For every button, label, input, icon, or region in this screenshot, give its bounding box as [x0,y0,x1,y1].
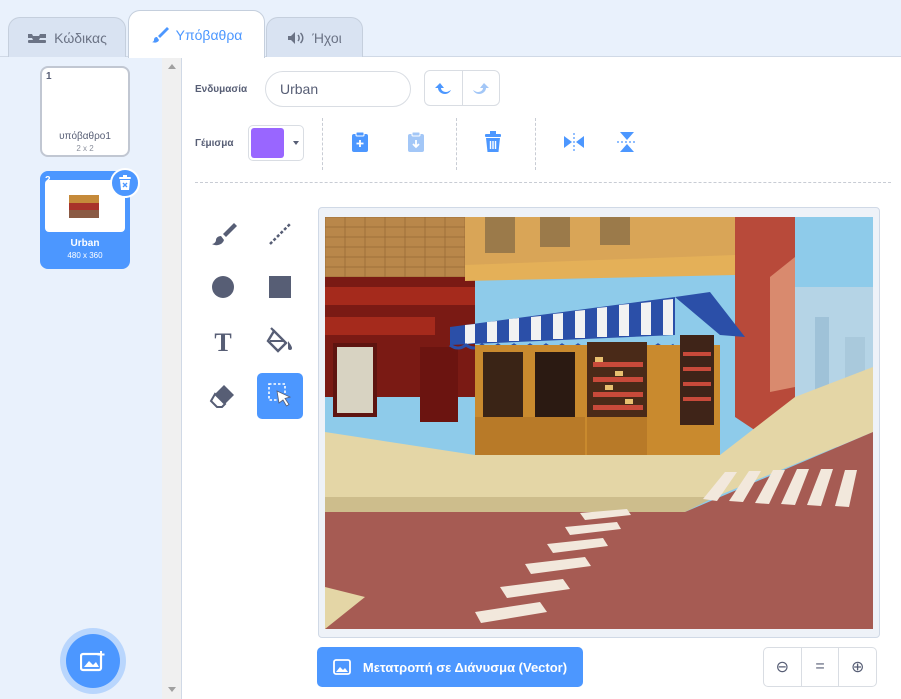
rectangle-icon [269,276,291,298]
paste-icon [352,131,368,152]
tab-sounds-label: Ήχοι [312,29,342,46]
image-icon [333,659,351,675]
svg-text:T: T [214,328,231,354]
eraser-tool[interactable] [200,373,246,419]
tab-sounds[interactable]: Ήχοι [266,17,363,57]
backdrop-list-scrollbar[interactable] [162,57,182,699]
costume-name-label: Ενδυμασία [195,84,248,95]
paste-button[interactable] [348,130,372,154]
tab-backdrops[interactable]: Υπόβαθρα [128,10,265,58]
zoom-controls: ⊖ = ⊕ [763,647,877,687]
zoom-out-icon: ⊖ [775,659,790,676]
tab-code-label: Κώδικας [54,29,107,46]
paint-bucket-icon [266,327,292,353]
delete-backdrop-button[interactable] [110,168,140,198]
zoom-in-icon: ⊕ [850,659,865,676]
zoom-in-button[interactable]: ⊕ [838,648,876,686]
toolbar-divider [535,118,536,170]
copy-icon [408,131,424,152]
costume-name-input[interactable] [265,71,411,107]
copy-button[interactable] [404,130,428,154]
circle-tool[interactable] [200,264,246,310]
paint-canvas[interactable] [325,217,873,629]
zoom-reset-icon: = [815,658,825,675]
tab-backdrops-label: Υπόβαθρα [175,26,243,43]
line-tool[interactable] [257,211,303,257]
editor-tabs: Κώδικας Υπόβαθρα Ήχοι [0,0,901,58]
flip-horizontal-icon [564,133,584,151]
redo-icon [472,83,489,94]
urban-backdrop-image [325,217,873,629]
eraser-icon [209,385,234,408]
toolbar-divider-line [195,182,891,183]
select-cursor-icon [268,383,292,407]
line-icon [269,223,291,245]
delete-button[interactable] [481,130,505,154]
add-image-icon [80,651,105,672]
tab-code[interactable]: Κώδικας [8,17,126,57]
flip-horizontal-button[interactable] [560,130,588,154]
scroll-up-arrow-icon[interactable] [168,64,176,69]
code-blocks-icon [27,31,47,45]
convert-button-label: Μετατροπή σε Διάνυσμα (Vector) [362,659,568,675]
zoom-reset-button[interactable]: = [800,648,839,686]
flip-vertical-icon [617,132,637,152]
toolbar-divider [322,118,323,170]
choose-backdrop-button[interactable] [66,634,120,688]
chevron-down-icon [293,141,299,145]
zoom-out-button[interactable]: ⊖ [764,648,801,686]
undo-redo-group [424,70,500,106]
convert-to-vector-button[interactable]: Μετατροπή σε Διάνυσμα (Vector) [317,647,583,687]
backdrop-size: 2 x 2 [76,144,94,153]
trash-icon [119,175,131,190]
backdrop-item-1[interactable]: 1 υπόβαθρο1 2 x 2 [40,66,130,157]
brush-tool[interactable] [200,211,246,257]
fill-label: Γέμισμα [195,138,234,149]
delete-icon [485,131,501,152]
select-tool[interactable] [257,373,303,419]
paintbrush-icon [151,26,169,44]
backdrop-size: 480 x 360 [67,251,103,260]
fill-color-swatch [251,128,284,158]
flip-vertical-button[interactable] [615,130,639,154]
speaker-icon [287,31,305,45]
rectangle-tool[interactable] [257,264,303,310]
brush-icon [212,223,237,246]
redo-button[interactable] [461,71,500,105]
fill-color-picker[interactable] [248,125,304,161]
undo-icon [435,83,452,94]
text-icon: T [214,328,231,354]
circle-icon [212,276,234,298]
backdrop-number: 1 [46,71,52,82]
scroll-down-arrow-icon[interactable] [168,687,176,692]
fill-tool[interactable] [257,318,303,364]
backdrop-thumbnail-image [69,195,99,218]
backdrop-name: Urban [70,238,100,249]
text-tool[interactable]: T [200,318,246,364]
undo-button[interactable] [425,71,462,105]
toolbar-divider [456,118,457,170]
backdrop-name: υπόβαθρο1 [59,131,111,142]
